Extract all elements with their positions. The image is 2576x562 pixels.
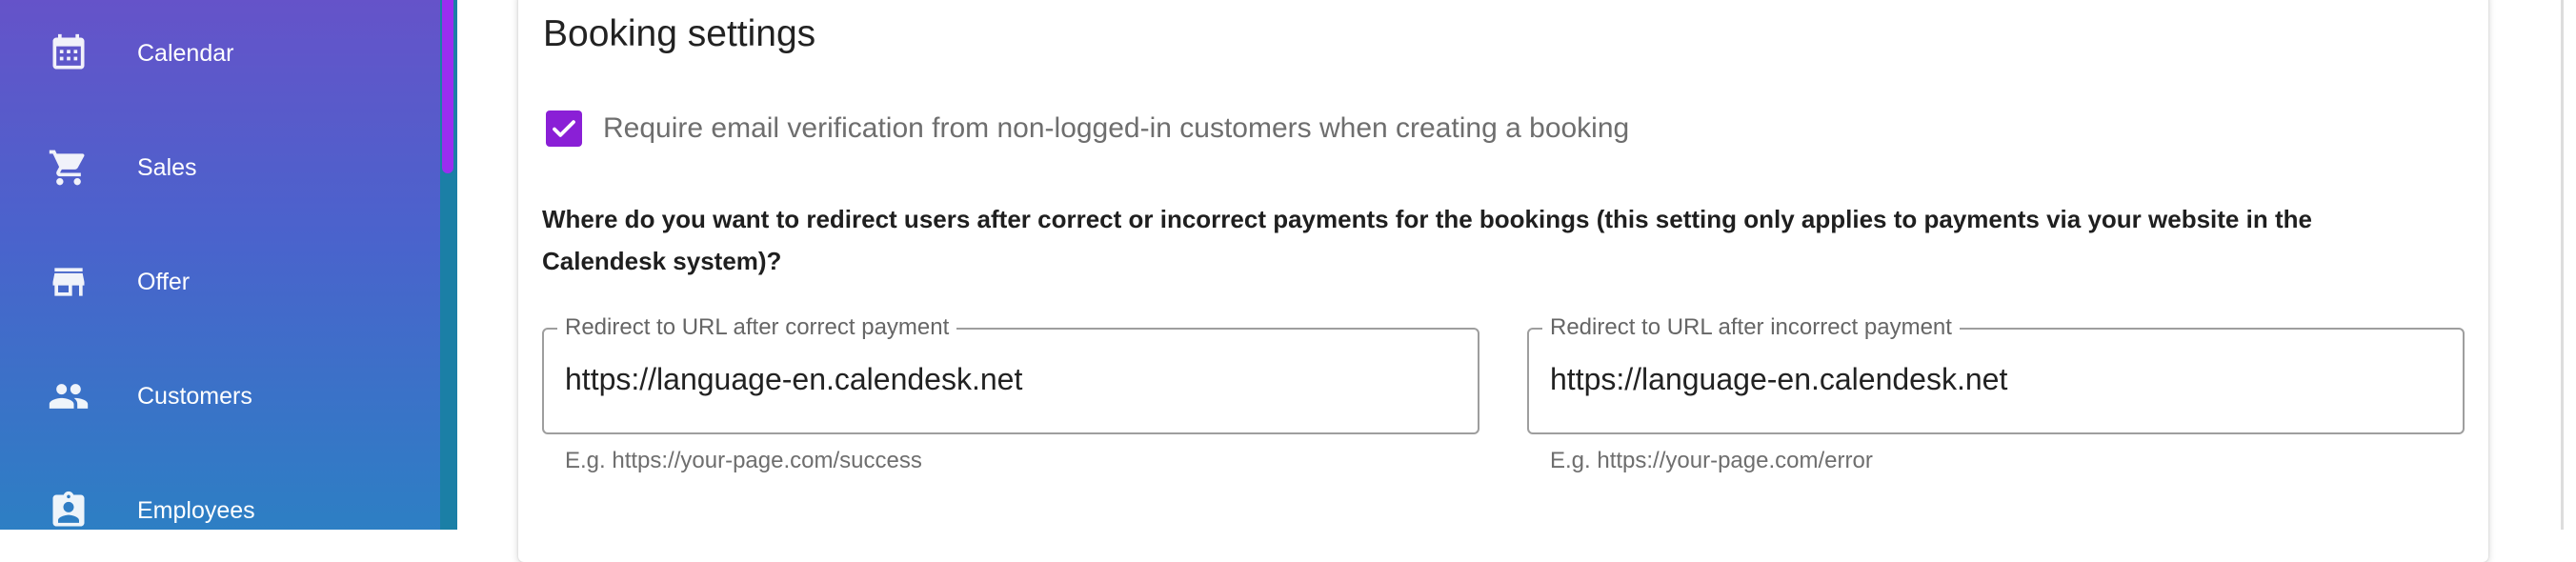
sidebar-item-label: Customers xyxy=(137,382,252,410)
sidebar-item-customers[interactable]: Customers xyxy=(0,349,440,444)
people-icon xyxy=(48,375,90,417)
sidebar-scroll-thumb[interactable] xyxy=(442,0,453,173)
success-url-field[interactable]: Redirect to URL after correct payment ht… xyxy=(542,314,1479,434)
page-scrollbar-track[interactable] xyxy=(2561,0,2564,530)
sidebar-item-label: Calendar xyxy=(137,39,234,67)
error-url-legend: Redirect to URL after incorrect payment xyxy=(1542,314,1960,341)
success-url-input[interactable]: https://language-en.calendesk.net xyxy=(565,362,1022,397)
email-verification-checkbox[interactable] xyxy=(546,110,582,147)
error-url-field[interactable]: Redirect to URL after incorrect payment … xyxy=(1527,314,2465,434)
sidebar: Calendar Sales Offer Customers Employees xyxy=(0,0,440,530)
error-url-input[interactable]: https://language-en.calendesk.net xyxy=(1550,362,2007,397)
sidebar-item-employees[interactable]: Employees xyxy=(0,463,440,530)
email-verification-label[interactable]: Require email verification from non-logg… xyxy=(603,112,1629,145)
check-icon xyxy=(553,120,575,137)
sidebar-item-label: Sales xyxy=(137,153,197,181)
sidebar-scrollbar[interactable] xyxy=(440,0,457,530)
page-title: Booking settings xyxy=(543,13,816,54)
success-url-legend: Redirect to URL after correct payment xyxy=(557,314,957,341)
calendar-icon xyxy=(48,32,90,74)
error-url-hint: E.g. https://your-page.com/error xyxy=(1550,448,1873,473)
sidebar-item-calendar[interactable]: Calendar xyxy=(0,6,440,101)
store-icon xyxy=(48,261,90,303)
sidebar-item-offer[interactable]: Offer xyxy=(0,234,440,330)
sidebar-item-sales[interactable]: Sales xyxy=(0,120,440,215)
sidebar-item-label: Offer xyxy=(137,268,191,295)
success-url-hint: E.g. https://your-page.com/success xyxy=(565,448,922,473)
redirect-question: Where do you want to redirect users afte… xyxy=(542,205,2312,275)
employee-badge-icon xyxy=(48,490,90,530)
cart-icon xyxy=(48,147,90,189)
sidebar-item-label: Employees xyxy=(137,496,255,524)
